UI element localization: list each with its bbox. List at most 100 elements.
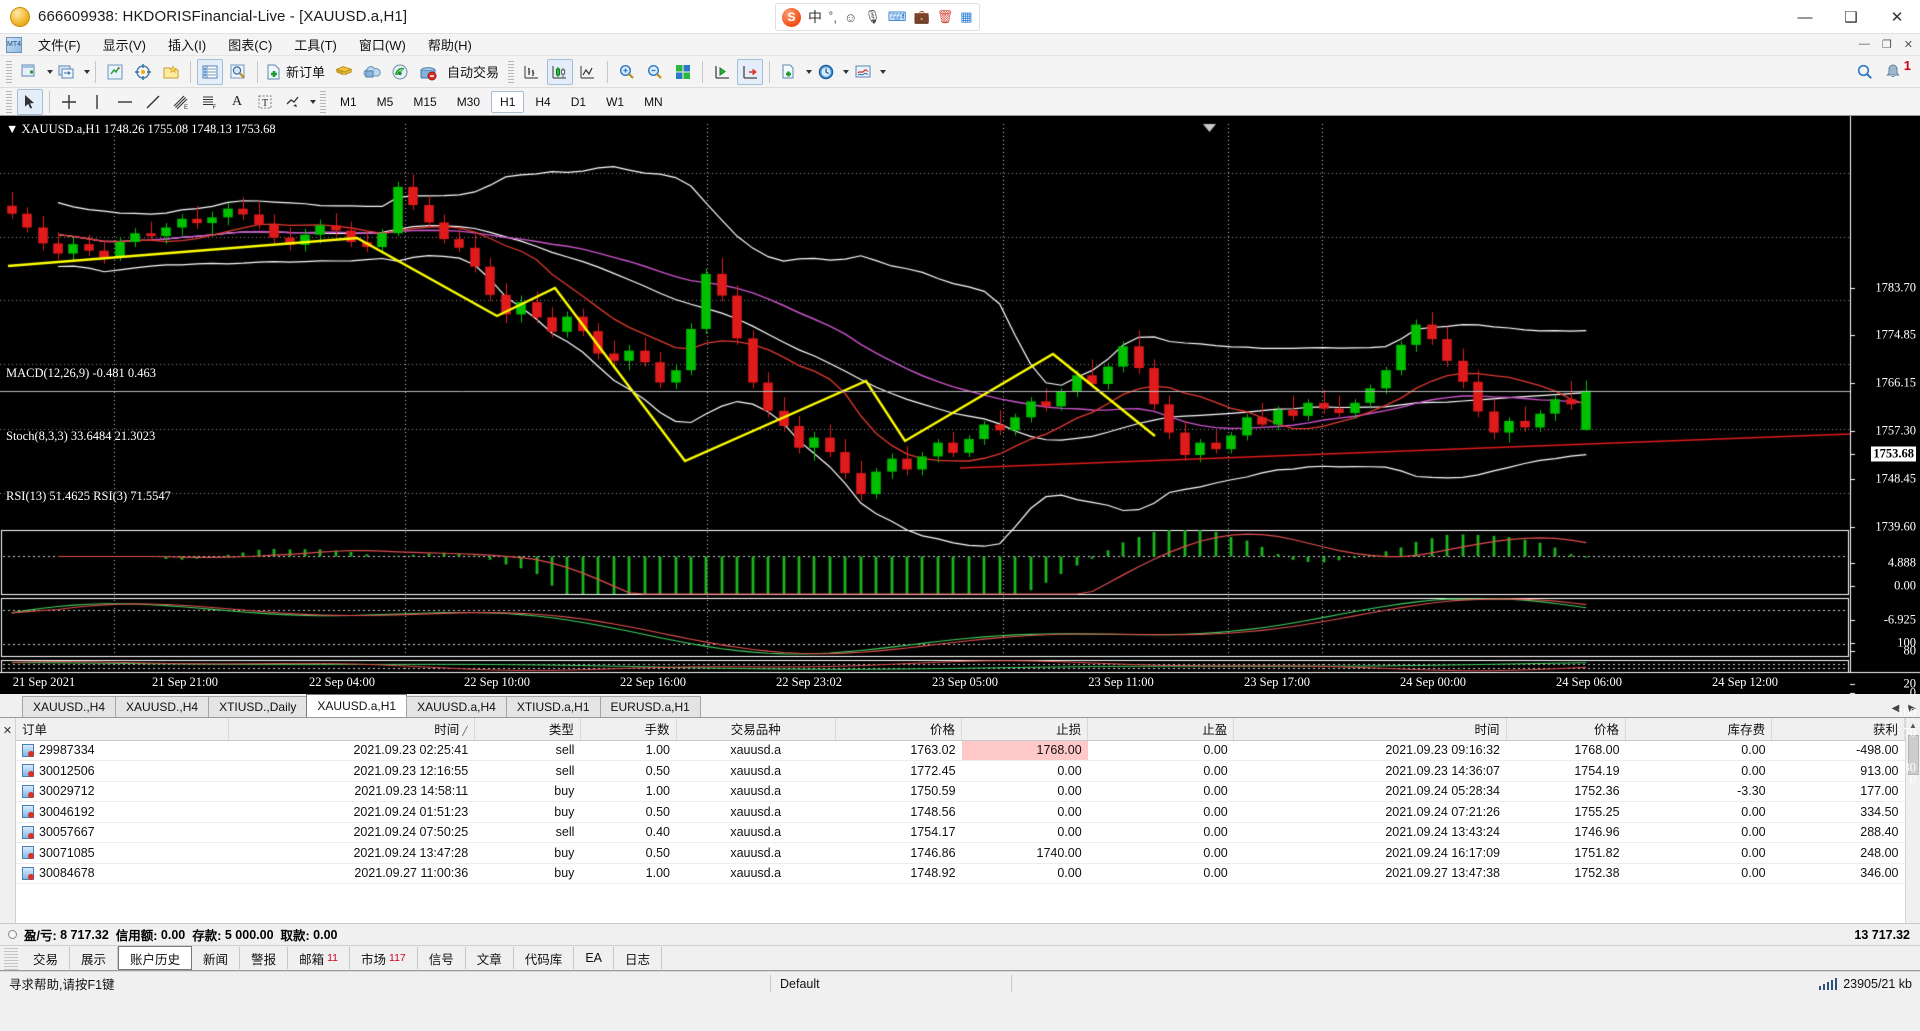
status-connection[interactable]: 23905/21 kb: [1818, 977, 1912, 991]
terminal-tab[interactable]: 新闻: [192, 947, 241, 969]
table-row[interactable]: 30046192 2021.09.24 01:51:23 buy 0.50 xauusd…: [16, 801, 1905, 823]
keyboard-icon[interactable]: ⌨: [888, 9, 907, 25]
chart-tab[interactable]: XAUUSD.a,H1: [306, 694, 408, 717]
profiles-dropdown-caret[interactable]: [84, 69, 90, 74]
profiles-button[interactable]: [54, 59, 80, 85]
table-row[interactable]: 30029712 2021.09.23 14:58:11 buy 1.00 xauusd…: [16, 781, 1905, 802]
orders-column-header[interactable]: 止损: [961, 718, 1089, 741]
navigator-button[interactable]: [130, 59, 156, 85]
period-w1[interactable]: W1: [597, 91, 633, 113]
chart-canvas[interactable]: [0, 116, 1920, 694]
orders-column-header[interactable]: 类型: [474, 718, 581, 741]
orders-grid[interactable]: 订单 时间 ╱ 类型 手数 交易品种 价格 止损 止盈 时间 价格 库存费 获利 29987334 202…: [16, 718, 1905, 923]
trendline-tool[interactable]: [140, 89, 166, 115]
orders-column-header[interactable]: 价格: [1506, 718, 1627, 741]
terminal-tab[interactable]: 文章: [466, 947, 514, 969]
window-controls[interactable]: — ❑ ✕: [1782, 0, 1920, 34]
text-label-tool[interactable]: T: [252, 89, 278, 115]
period-m5[interactable]: M5: [368, 91, 403, 113]
terminal-tab[interactable]: EA: [574, 947, 614, 969]
data-window-button[interactable]: [158, 59, 184, 85]
orders-column-header[interactable]: 库存费: [1625, 718, 1773, 741]
emoji-icon[interactable]: ☺: [844, 10, 857, 25]
vertical-line-tool[interactable]: [84, 89, 110, 115]
terminal-tab[interactable]: 交易: [22, 947, 71, 969]
autotrading-button[interactable]: 自动交易: [443, 59, 503, 85]
trash-icon[interactable]: 🗑: [937, 9, 954, 25]
chart-tab[interactable]: EURUSD.a,H1: [599, 696, 701, 717]
time-axis[interactable]: 21 Sep 2021 21 Sep 21:00 22 Sep 04:00 22 Se…: [0, 672, 1920, 694]
terminal-tab[interactable]: 信号: [418, 947, 466, 969]
terminal-tab[interactable]: 展示: [70, 947, 119, 969]
chart-tab[interactable]: XAUUSD.a,H4: [406, 696, 507, 717]
periods-button[interactable]: [813, 59, 839, 85]
signals-button[interactable]: [387, 59, 413, 85]
table-row[interactable]: 29987334 2021.09.23 02:25:41 sell 1.00 xauus…: [16, 740, 1905, 761]
mdi-restore-button[interactable]: ❐: [1879, 38, 1895, 51]
chart-tab[interactable]: XTIUSD.a,H1: [505, 696, 601, 717]
notification-button[interactable]: 1: [1880, 58, 1911, 85]
indicators-button[interactable]: [776, 59, 802, 85]
menu-item-view[interactable]: 显示(V): [92, 33, 157, 56]
table-row[interactable]: 30057667 2021.09.24 07:50:25 sell 0.40 xauus…: [16, 822, 1905, 843]
menu-item-tools[interactable]: 工具(T): [283, 33, 348, 56]
table-row[interactable]: 30071085 2021.09.24 13:47:28 buy 0.50 xauusd…: [16, 842, 1905, 864]
terminal-tab[interactable]: 代码库: [514, 947, 575, 969]
terminal-tab[interactable]: 警报: [240, 947, 289, 969]
chart-area[interactable]: ▼ XAUUSD.a,H1 1748.26 1755.08 1748.13 17…: [0, 116, 1920, 787]
horizontal-line-tool[interactable]: [112, 89, 138, 115]
maximize-button[interactable]: ❑: [1828, 0, 1874, 34]
menu-item-window[interactable]: 窗口(W): [348, 33, 417, 56]
bar-chart-button[interactable]: [519, 59, 545, 85]
search-button[interactable]: [1852, 59, 1878, 85]
table-row[interactable]: 30012506 2021.09.23 12:16:55 sell 0.50 xauus…: [16, 760, 1905, 782]
new-chart-button[interactable]: [17, 59, 43, 85]
cursor-tool[interactable]: [17, 88, 43, 115]
new-order-button[interactable]: 新订单: [264, 59, 329, 85]
terminal-tab[interactable]: 日志: [614, 947, 663, 969]
period-d1[interactable]: D1: [562, 91, 595, 113]
orders-column-header[interactable]: 订单: [16, 718, 229, 741]
orders-column-header[interactable]: 价格: [835, 718, 963, 741]
microphone-icon[interactable]: 🎙: [864, 9, 881, 25]
toolbar-grip-2[interactable]: [508, 60, 515, 83]
chart-tab[interactable]: XAUUSD.,H4: [115, 696, 210, 717]
text-tool[interactable]: A: [224, 89, 250, 115]
terminal-grip[interactable]: [4, 948, 18, 970]
menu-item-help[interactable]: 帮助(H): [417, 33, 483, 56]
new-chart-dropdown-caret[interactable]: [47, 69, 53, 74]
orders-column-header[interactable]: 止盈: [1087, 718, 1235, 741]
ime-punctuation-toggle[interactable]: ˚,: [829, 10, 837, 25]
crosshair-tool[interactable]: [56, 89, 82, 115]
zoom-in-button[interactable]: [614, 59, 640, 85]
chart-collapse-icon[interactable]: ▼: [6, 122, 18, 136]
mdi-minimize-button[interactable]: —: [1856, 38, 1873, 51]
orders-column-header[interactable]: 手数: [580, 718, 677, 741]
price-axis[interactable]: 1783.70 1774.85 1766.15 1757.30 1753.68 1748.…: [1850, 116, 1920, 787]
toolbox-icon[interactable]: 💼: [914, 9, 930, 25]
menu-item-charts[interactable]: 图表(C): [217, 33, 283, 56]
orders-column-header[interactable]: 获利: [1771, 718, 1905, 741]
terminal-tab[interactable]: 市场 117: [350, 947, 418, 969]
indicators-dropdown-caret[interactable]: [806, 69, 813, 74]
toolbar-grip[interactable]: [6, 60, 12, 83]
shapes-tool[interactable]: [280, 89, 306, 115]
terminal-button[interactable]: [197, 58, 223, 85]
close-icon[interactable]: ✕: [0, 718, 16, 923]
mdi-window-controls[interactable]: — ❐ ✕: [1856, 38, 1916, 51]
grid-icon[interactable]: ▦: [960, 9, 972, 25]
sogou-logo-icon[interactable]: S: [782, 7, 801, 27]
templates-dropdown-caret[interactable]: [880, 69, 887, 74]
orders-column-header[interactable]: 交易品种: [676, 718, 836, 741]
candlestick-chart-button[interactable]: [547, 58, 574, 85]
minimize-button[interactable]: —: [1782, 0, 1828, 34]
period-m15[interactable]: M15: [404, 91, 445, 113]
mdi-close-button[interactable]: ✕: [1901, 38, 1916, 51]
period-h4[interactable]: H4: [526, 91, 559, 113]
metaeditor-button[interactable]: [331, 59, 357, 85]
equidistant-channel-tool[interactable]: E: [168, 89, 194, 115]
chart-tab[interactable]: XAUUSD.,H4: [22, 696, 117, 717]
orders-column-header[interactable]: 时间: [1233, 718, 1507, 741]
period-h1[interactable]: H1: [491, 90, 525, 113]
menu-item-insert[interactable]: 插入(I): [157, 33, 217, 56]
